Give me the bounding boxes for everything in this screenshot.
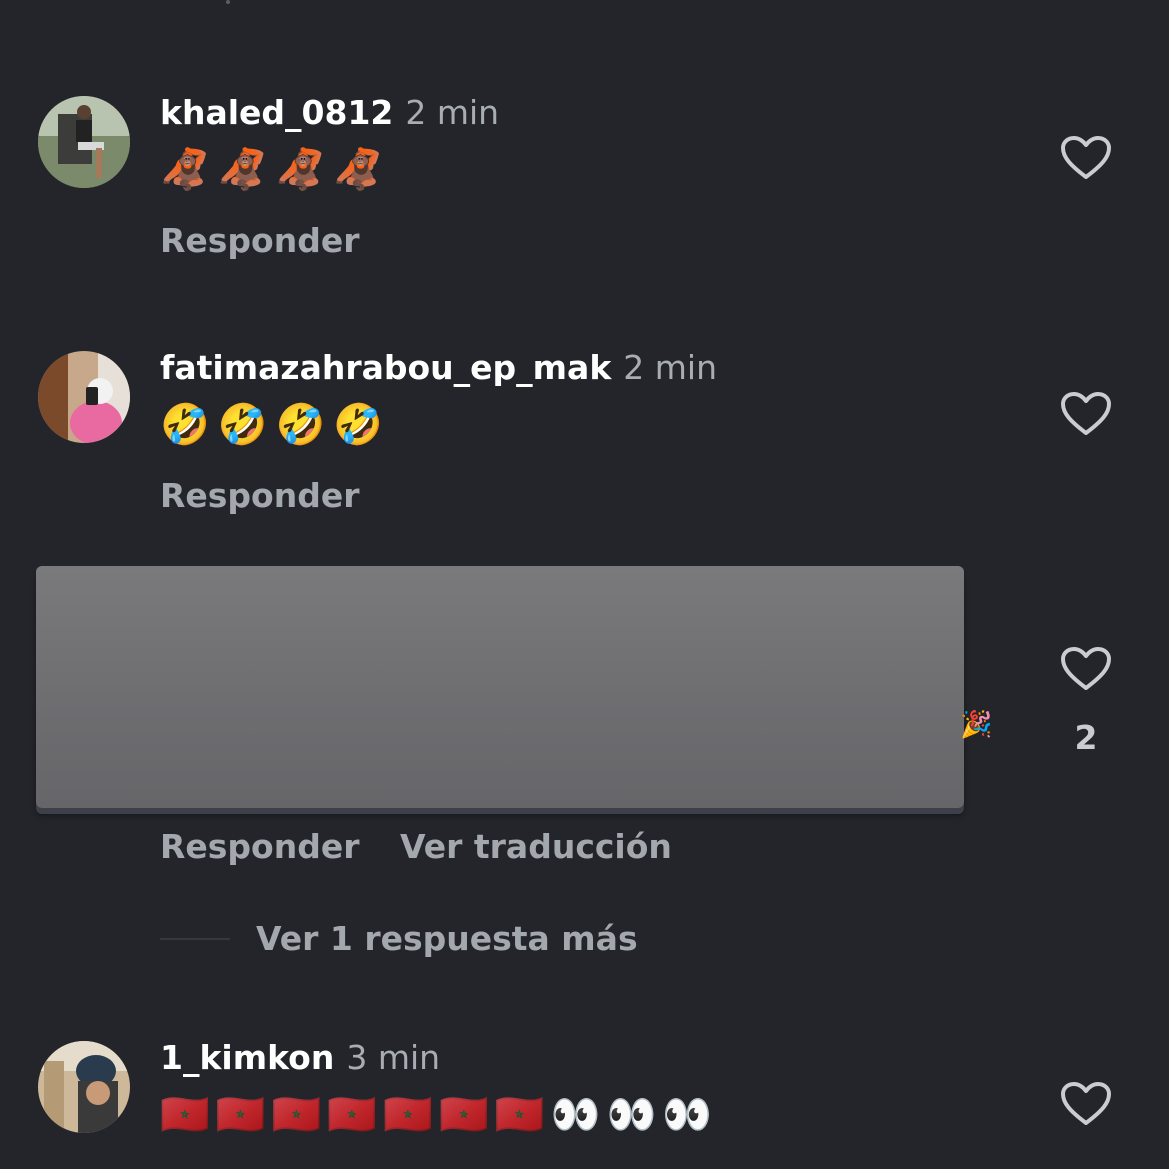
heart-icon[interactable] — [1060, 1081, 1112, 1127]
comment-header: 1_kimkon 3 min — [160, 1038, 440, 1078]
comment-text: 🤣🤣🤣🤣 — [160, 402, 392, 448]
timestamp: 3 min — [346, 1038, 441, 1077]
avatar[interactable] — [38, 351, 130, 443]
username[interactable]: khaled_0812 — [160, 93, 393, 132]
avatar[interactable] — [38, 1041, 130, 1133]
timestamp: 2 min — [623, 348, 717, 387]
avatar[interactable] — [38, 96, 130, 188]
redacted-block — [36, 566, 964, 808]
reply-button[interactable]: Responder — [160, 221, 360, 261]
translate-button[interactable]: Ver traducción — [400, 827, 672, 867]
heart-icon[interactable] — [1060, 646, 1112, 692]
comment-text: 🇲🇦🇲🇦🇲🇦🇲🇦🇲🇦🇲🇦🇲🇦👀👀👀 — [160, 1092, 719, 1138]
username[interactable]: 1_kimkon — [160, 1038, 334, 1077]
scroll-indicator — [226, 0, 230, 4]
timestamp: 2 min — [405, 93, 500, 132]
heart-icon[interactable] — [1060, 135, 1112, 181]
reply-button[interactable]: Responder — [160, 827, 360, 867]
heart-icon[interactable] — [1060, 391, 1112, 437]
view-more-replies-button[interactable]: Ver 1 respuesta más — [256, 919, 638, 959]
username[interactable]: fatimazahrabou_ep_mak — [160, 348, 611, 387]
party-popper-emoji: 🎉 — [960, 710, 993, 740]
comment-header: fatimazahrabou_ep_mak 2 min — [160, 348, 717, 388]
like-count: 2 — [1074, 718, 1098, 757]
replies-divider — [160, 938, 230, 940]
reply-button[interactable]: Responder — [160, 476, 360, 516]
comment-text: 🦧🦧🦧🦧 — [160, 147, 392, 193]
comment-header: khaled_0812 2 min — [160, 93, 499, 133]
